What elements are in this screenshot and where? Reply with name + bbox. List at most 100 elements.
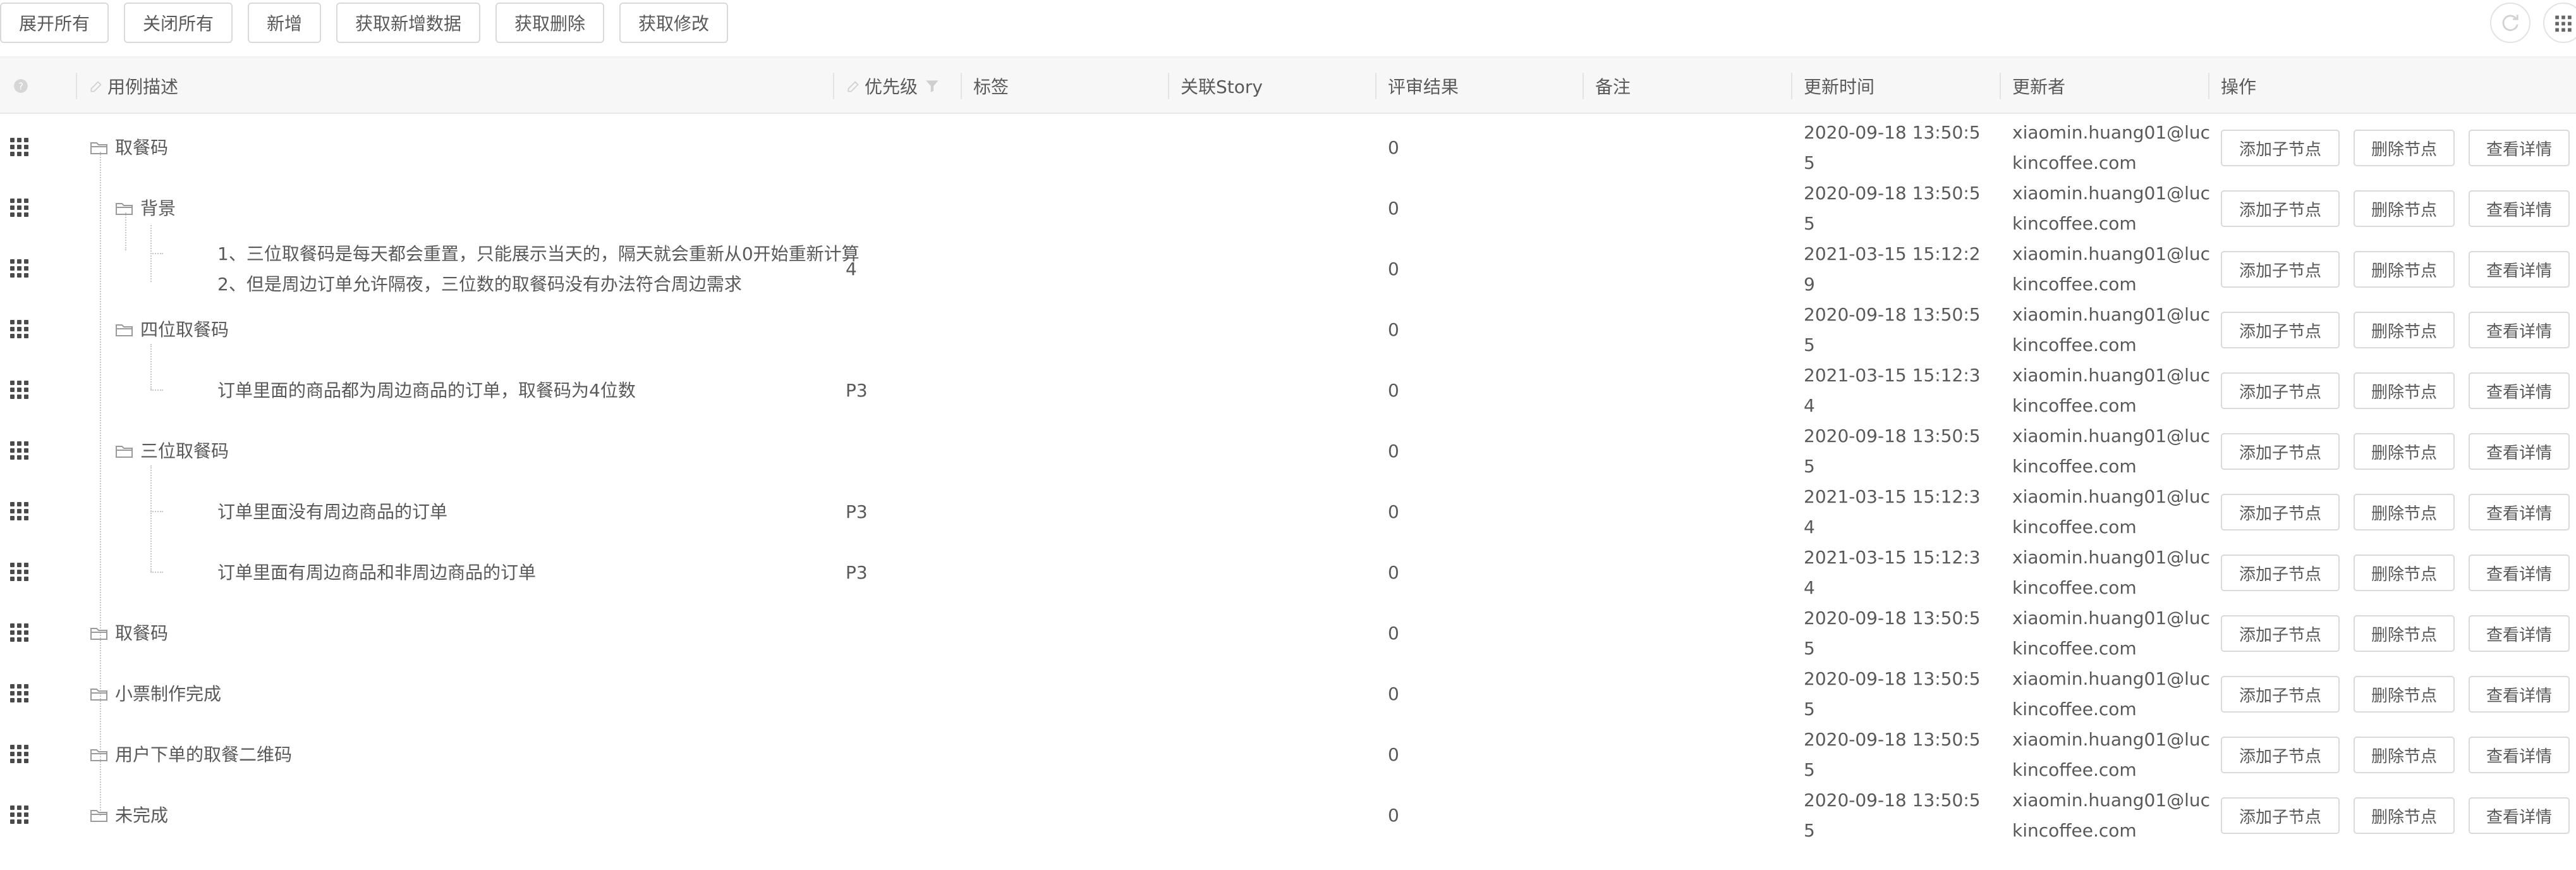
updated-time-cell: 2021-03-15 15:12:3 4 xyxy=(1804,360,1981,421)
drag-handle-icon[interactable] xyxy=(10,199,29,218)
updater-line: kincoffee.com xyxy=(2012,213,2137,234)
filter-icon[interactable] xyxy=(924,78,940,94)
get-modified-button[interactable]: 获取修改 xyxy=(619,3,728,43)
folder-icon[interactable] xyxy=(90,141,109,155)
add-button[interactable]: 新增 xyxy=(248,3,321,43)
review-result-cell: 0 xyxy=(1388,380,1399,401)
drag-handle-icon[interactable] xyxy=(10,441,29,460)
column-header-updated-time[interactable]: 更新时间 xyxy=(1804,58,1874,114)
view-details-button[interactable]: 查看详情 xyxy=(2469,494,2570,530)
column-header-tags[interactable]: 标签 xyxy=(973,58,1009,114)
add-child-node-button[interactable]: 添加子节点 xyxy=(2221,130,2340,166)
delete-node-button[interactable]: 删除节点 xyxy=(2354,433,2455,470)
add-child-node-button[interactable]: 添加子节点 xyxy=(2221,251,2340,288)
view-details-button[interactable]: 查看详情 xyxy=(2469,676,2570,713)
updater-cell: xiaomin.huang01@luc kincoffee.com xyxy=(2012,785,2210,846)
column-header-story[interactable]: 关联Story xyxy=(1181,58,1263,114)
updater-line: xiaomin.huang01@luc xyxy=(2012,547,2211,568)
updater-line: kincoffee.com xyxy=(2012,334,2137,355)
updater-cell: xiaomin.huang01@luc kincoffee.com xyxy=(2012,118,2210,178)
folder-icon[interactable] xyxy=(115,323,134,337)
updated-time-cell: 2020-09-18 13:50:5 5 xyxy=(1804,421,1981,482)
updater-line: kincoffee.com xyxy=(2012,517,2137,537)
add-child-node-button[interactable]: 添加子节点 xyxy=(2221,615,2340,652)
updater-cell: xiaomin.huang01@luc kincoffee.com xyxy=(2012,178,2210,239)
folder-icon[interactable] xyxy=(115,444,134,458)
time-line: 5 xyxy=(1804,820,1815,841)
add-child-node-button[interactable]: 添加子节点 xyxy=(2221,372,2340,409)
delete-node-button[interactable]: 删除节点 xyxy=(2354,130,2455,166)
add-child-node-button[interactable]: 添加子节点 xyxy=(2221,312,2340,348)
view-details-button[interactable]: 查看详情 xyxy=(2469,433,2570,470)
add-child-node-button[interactable]: 添加子节点 xyxy=(2221,433,2340,470)
collapse-all-button[interactable]: 关闭所有 xyxy=(124,3,233,43)
delete-node-button[interactable]: 删除节点 xyxy=(2354,190,2455,227)
view-details-button[interactable]: 查看详情 xyxy=(2469,797,2570,834)
review-result-cell: 0 xyxy=(1388,501,1399,522)
refresh-button[interactable] xyxy=(2490,3,2530,43)
get-deleted-button[interactable]: 获取删除 xyxy=(495,3,604,43)
drag-handle-icon[interactable] xyxy=(10,502,29,521)
drag-handle-icon[interactable] xyxy=(10,563,29,582)
time-line: 2020-09-18 13:50:5 xyxy=(1804,668,1981,689)
view-details-button[interactable]: 查看详情 xyxy=(2469,737,2570,773)
description-text: 2、但是周边订单允许隔夜，三位数的取餐码没有办法符合周边需求 xyxy=(217,274,742,295)
expand-all-button[interactable]: 展开所有 xyxy=(0,3,109,43)
updated-time-cell: 2020-09-18 13:50:5 5 xyxy=(1804,664,1981,725)
delete-node-button[interactable]: 删除节点 xyxy=(2354,676,2455,713)
drag-handle-icon[interactable] xyxy=(10,806,29,824)
view-details-button[interactable]: 查看详情 xyxy=(2469,130,2570,166)
drag-handle-icon[interactable] xyxy=(10,745,29,764)
drag-handle-icon[interactable] xyxy=(10,259,29,278)
drag-handle-icon[interactable] xyxy=(10,138,29,157)
column-header-review-result[interactable]: 评审结果 xyxy=(1388,58,1459,114)
description-cell: 订单里面有周边商品和非周边商品的订单 xyxy=(217,558,536,588)
delete-node-button[interactable]: 删除节点 xyxy=(2354,615,2455,652)
description-cell: 1、三位取餐码是每天都会重置，只能展示当天的，隔天就会重新从0开始重新计算 2、但… xyxy=(217,239,860,300)
delete-node-button[interactable]: 删除节点 xyxy=(2354,494,2455,530)
description-cell: 背景 xyxy=(140,193,176,224)
column-header-remark[interactable]: 备注 xyxy=(1595,58,1631,114)
delete-node-button[interactable]: 删除节点 xyxy=(2354,737,2455,773)
view-details-button[interactable]: 查看详情 xyxy=(2469,372,2570,409)
view-details-button[interactable]: 查看详情 xyxy=(2469,554,2570,591)
view-details-button[interactable]: 查看详情 xyxy=(2469,312,2570,348)
view-details-button[interactable]: 查看详情 xyxy=(2469,190,2570,227)
drag-handle-icon[interactable] xyxy=(10,684,29,703)
delete-node-button[interactable]: 删除节点 xyxy=(2354,554,2455,591)
view-details-button[interactable]: 查看详情 xyxy=(2469,615,2570,652)
review-result-cell: 0 xyxy=(1388,441,1399,462)
add-child-node-button[interactable]: 添加子节点 xyxy=(2221,494,2340,530)
column-settings-button[interactable] xyxy=(2543,3,2576,43)
drag-handle-icon[interactable] xyxy=(10,320,29,339)
toolbar: 展开所有 关闭所有 新增 获取新增数据 获取删除 获取修改 xyxy=(0,0,2576,49)
description-text: 用户下单的取餐二维码 xyxy=(115,744,293,765)
help-icon[interactable]: ? xyxy=(13,58,38,114)
add-child-node-button[interactable]: 添加子节点 xyxy=(2221,676,2340,713)
delete-node-button[interactable]: 删除节点 xyxy=(2354,312,2455,348)
time-line: 2020-09-18 13:50:5 xyxy=(1804,183,1981,204)
get-new-data-button[interactable]: 获取新增数据 xyxy=(336,3,480,43)
table-row: 取餐码 0 2020-09-18 13:50:5 5 xiaomin.huang01@l… xyxy=(0,603,2576,664)
add-child-node-button[interactable]: 添加子节点 xyxy=(2221,737,2340,773)
drag-handle-icon[interactable] xyxy=(10,623,29,642)
add-child-node-button[interactable]: 添加子节点 xyxy=(2221,190,2340,227)
updater-cell: xiaomin.huang01@luc kincoffee.com xyxy=(2012,664,2210,725)
column-header-priority[interactable]: 优先级 xyxy=(846,58,940,114)
view-details-button[interactable]: 查看详情 xyxy=(2469,251,2570,288)
folder-icon[interactable] xyxy=(115,202,134,216)
column-header-updater[interactable]: 更新者 xyxy=(2012,58,2065,114)
folder-icon[interactable] xyxy=(90,687,109,701)
add-child-node-button[interactable]: 添加子节点 xyxy=(2221,554,2340,591)
column-header-description[interactable]: 用例描述 xyxy=(88,58,178,114)
drag-handle-icon[interactable] xyxy=(10,381,29,400)
delete-node-button[interactable]: 删除节点 xyxy=(2354,797,2455,834)
review-result-cell: 0 xyxy=(1388,319,1399,340)
folder-icon[interactable] xyxy=(90,748,109,762)
delete-node-button[interactable]: 删除节点 xyxy=(2354,372,2455,409)
edit-icon xyxy=(848,80,859,92)
add-child-node-button[interactable]: 添加子节点 xyxy=(2221,797,2340,834)
delete-node-button[interactable]: 删除节点 xyxy=(2354,251,2455,288)
folder-icon[interactable] xyxy=(90,809,109,823)
folder-icon[interactable] xyxy=(90,627,109,640)
